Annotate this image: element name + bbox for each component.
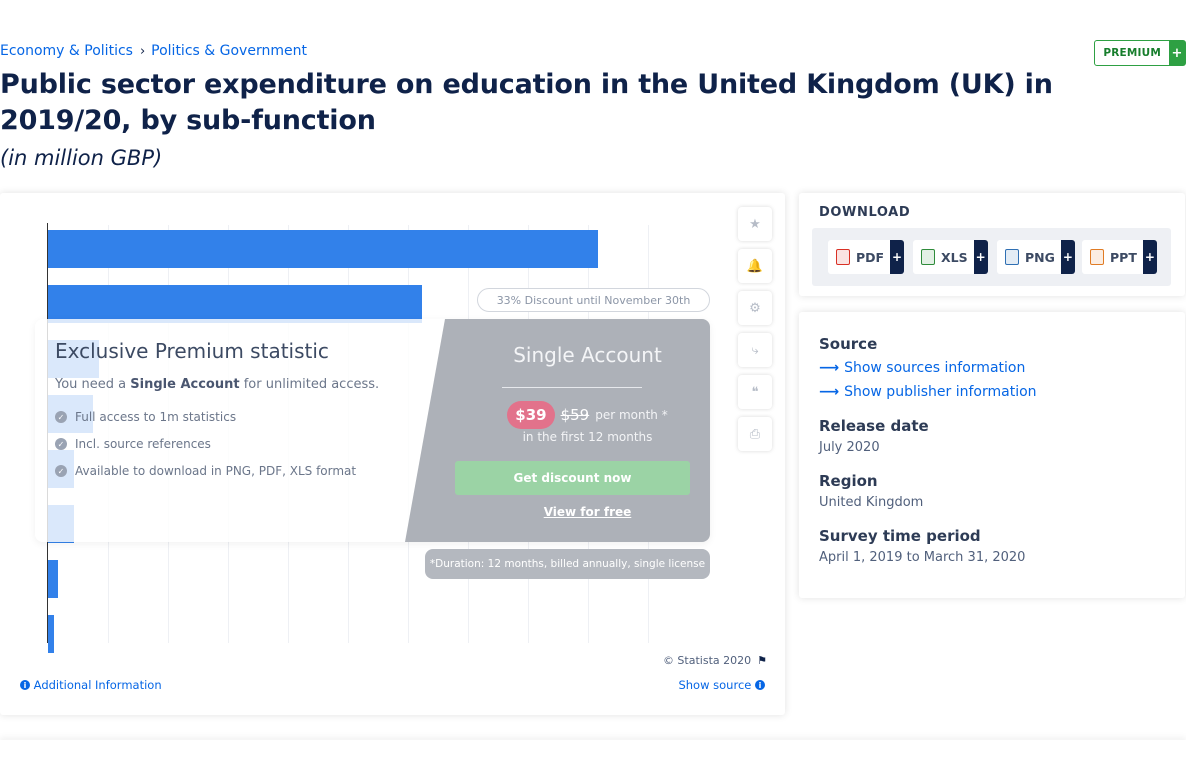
feature-label: Available to download in PNG, PDF, XLS f… — [75, 464, 357, 478]
paywall-title: Exclusive Premium statistic — [55, 339, 329, 363]
breadcrumb-economy-politics[interactable]: Economy & Politics — [0, 43, 133, 59]
show-sources-link[interactable]: ⟶ Show sources information — [819, 360, 1025, 376]
pdf-file-icon — [836, 249, 850, 265]
unit-subtitle: (in million GBP) — [0, 146, 163, 170]
feature-item: ✓ Incl. source references — [55, 437, 435, 451]
feature-label: Incl. source references — [75, 437, 211, 451]
xls-label: XLS — [941, 249, 968, 265]
arrow-right-icon: ⟶ — [819, 360, 840, 376]
paywall-offer: Single Account $39 $59 per month * in th… — [405, 319, 710, 542]
chart-copyright: © Statista 2020 ⚑ — [663, 654, 767, 667]
check-icon: ✓ — [55, 465, 67, 477]
xls-file-icon — [921, 249, 935, 265]
check-icon: ✓ — [55, 411, 67, 423]
show-source-link[interactable]: Show source i — [678, 678, 765, 692]
download-buttons: PDF + XLS + PNG + PPT + — [812, 228, 1171, 286]
statistic-meta-card: Source ⟶ Show sources information ⟶ Show p… — [799, 312, 1185, 598]
png-label: PNG — [1025, 249, 1055, 265]
sources-link-label: Show sources information — [844, 360, 1026, 376]
gear-icon[interactable]: ⚙ — [738, 291, 772, 325]
release-date-heading: Release date — [819, 417, 929, 435]
download-png-button[interactable]: PNG + — [997, 240, 1075, 274]
divider — [502, 387, 642, 388]
plus-icon: + — [1142, 240, 1157, 274]
star-icon[interactable]: ★ — [738, 207, 772, 241]
premium-paywall-overlay: Exclusive Premium statistic You need a S… — [35, 319, 710, 542]
view-for-free-link[interactable]: View for free — [465, 505, 710, 519]
feature-item: ✓ Full access to 1m statistics — [55, 410, 435, 424]
chart-bar[interactable] — [48, 560, 58, 598]
survey-period-heading: Survey time period — [819, 527, 981, 545]
publisher-link-label: Show publisher information — [844, 384, 1037, 400]
arrow-right-icon: ⟶ — [819, 384, 840, 400]
bell-icon[interactable]: 🔔 — [738, 249, 772, 283]
ppt-label: PPT — [1110, 249, 1137, 265]
account-title: Single Account — [513, 343, 662, 367]
price-first-months: in the first 12 months — [522, 430, 653, 444]
chart-bar[interactable] — [48, 230, 598, 268]
download-xls-button[interactable]: XLS + — [913, 240, 988, 274]
chart-toolbar: ★ 🔔 ⚙ ⤷ ❝ ⎙ — [738, 207, 772, 451]
download-ppt-button[interactable]: PPT + — [1082, 240, 1157, 274]
paywall-info: Exclusive Premium statistic You need a S… — [55, 339, 435, 491]
discount-pill: 33% Discount until November 30th — [477, 288, 710, 312]
print-icon[interactable]: ⎙ — [738, 417, 772, 451]
page-title: Public sector expenditure on education i… — [0, 69, 1053, 136]
ppt-file-icon — [1090, 249, 1104, 265]
chart-bar[interactable] — [48, 615, 54, 653]
download-pdf-button[interactable]: PDF + — [828, 240, 905, 274]
need-prefix: You need a — [55, 377, 127, 392]
duration-note: *Duration: 12 months, billed annually, s… — [425, 549, 710, 579]
download-title: DOWNLOAD — [819, 205, 911, 220]
price-new: $39 — [507, 401, 555, 429]
region-value: United Kingdom — [819, 495, 924, 510]
get-discount-button[interactable]: Get discount now — [455, 461, 690, 495]
feature-item: ✓ Available to download in PNG, PDF, XLS … — [55, 464, 435, 478]
flag-icon[interactable]: ⚑ — [757, 654, 767, 667]
breadcrumb-politics-government[interactable]: Politics & Government — [151, 43, 307, 59]
source-heading: Source — [819, 335, 878, 353]
info-icon: i — [755, 680, 765, 690]
download-card: DOWNLOAD PDF + XLS + PNG + PPT + — [799, 193, 1185, 296]
copyright-text: © Statista 2020 — [662, 654, 752, 667]
price-old: $59 — [560, 406, 590, 424]
need-account: Single Account — [130, 377, 240, 392]
chart-card: 33% Discount until November 30th Exclusi… — [0, 193, 785, 715]
info-icon: i — [20, 680, 30, 690]
quote-icon[interactable]: ❝ — [738, 375, 772, 409]
check-icon: ✓ — [55, 438, 67, 450]
region-heading: Region — [819, 472, 878, 490]
plus-icon: + — [973, 240, 988, 274]
additional-information-label: Additional Information — [33, 678, 162, 692]
chart-bar[interactable] — [48, 285, 422, 323]
feature-label: Full access to 1m statistics — [75, 410, 237, 424]
plus-icon: + — [890, 240, 905, 274]
premium-label: PREMIUM — [1103, 47, 1161, 59]
footer-edge — [0, 740, 1186, 760]
show-source-label: Show source — [678, 678, 752, 692]
survey-period-value: April 1, 2019 to March 31, 2020 — [819, 550, 1026, 565]
price-per: per month * — [595, 408, 668, 422]
release-date-value: July 2020 — [819, 440, 880, 455]
share-icon[interactable]: ⤷ — [738, 333, 772, 367]
png-file-icon — [1005, 249, 1019, 265]
price-row: $39 $59 per month * — [465, 401, 710, 429]
breadcrumb-separator: › — [139, 43, 146, 59]
need-suffix: for unlimited access. — [243, 377, 380, 392]
paywall-need-text: You need a Single Account for unlimited … — [55, 377, 435, 392]
plus-icon: + — [1060, 240, 1075, 274]
pdf-label: PDF — [856, 249, 885, 265]
show-publisher-link[interactable]: ⟶ Show publisher information — [819, 384, 1037, 400]
premium-plus-icon: + — [1169, 41, 1185, 65]
premium-badge[interactable]: PREMIUM + — [1094, 40, 1186, 66]
breadcrumb: Economy & Politics › Politics & Governme… — [0, 43, 307, 59]
additional-information-link[interactable]: i Additional Information — [20, 678, 162, 692]
